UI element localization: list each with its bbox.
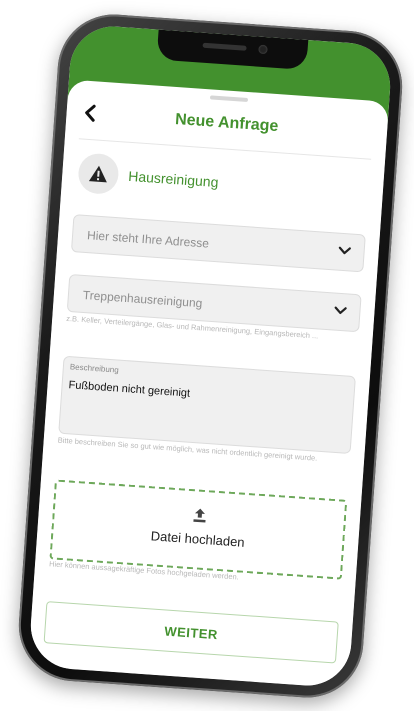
description-label: Beschreibung — [69, 362, 120, 375]
service-select-value: Treppenhausreinigung — [82, 287, 203, 311]
page-title: Neue Anfrage — [174, 110, 279, 136]
request-form-sheet: Neue Anfrage Hausreinigung Hier steht Ih… — [27, 79, 390, 689]
sheet-grabber[interactable] — [209, 95, 248, 102]
continue-button[interactable]: WEITER — [43, 601, 339, 664]
warning-triangle-icon — [88, 165, 107, 183]
smartphone: Neue Anfrage Hausreinigung Hier steht Ih… — [15, 10, 406, 702]
address-placeholder: Hier steht Ihre Adresse — [86, 228, 210, 251]
upload-icon — [192, 508, 206, 523]
upload-label: Datei hochladen — [150, 528, 246, 550]
description-value: Fußboden nicht gereinigt — [68, 379, 191, 400]
category-label: Hausreinigung — [127, 167, 220, 191]
phone-screen: Neue Anfrage Hausreinigung Hier steht Ih… — [27, 23, 394, 689]
address-select[interactable]: Hier steht Ihre Adresse — [70, 214, 366, 273]
chevron-down-icon — [334, 306, 347, 315]
speaker-grille — [201, 42, 247, 51]
front-camera — [257, 44, 268, 55]
product-mockup: Neue Anfrage Hausreinigung Hier steht Ih… — [0, 0, 414, 711]
category-icon-badge — [77, 152, 120, 196]
chevron-down-icon — [338, 246, 351, 255]
header-divider — [78, 138, 372, 160]
